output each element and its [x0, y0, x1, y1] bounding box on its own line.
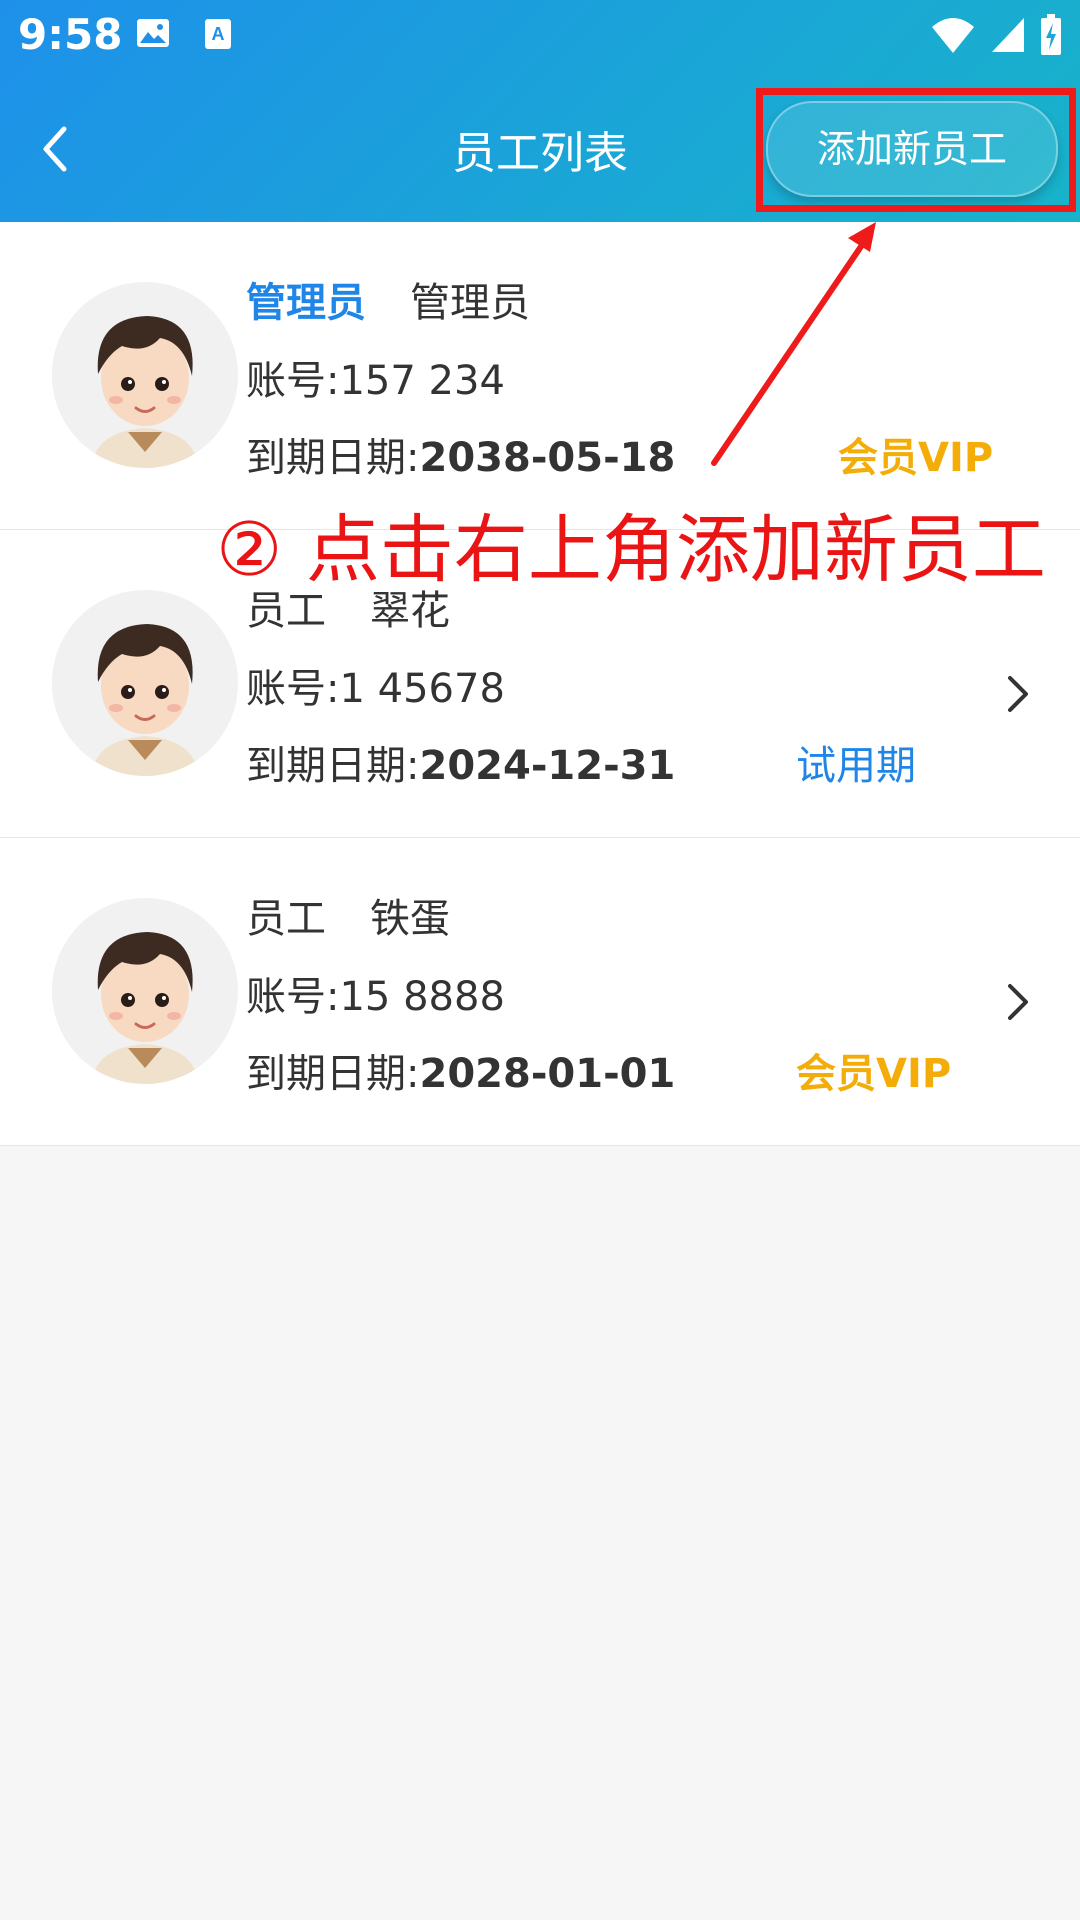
expiry-date: 2038-05-18	[419, 435, 676, 481]
annotation-text: ② 点击右上角添加新员工	[216, 507, 1046, 593]
employee-row-admin[interactable]: 管理员 管理员 账号:157 234 到期日期:2038-05-18 会员VIP	[0, 222, 1080, 530]
text-icon: A	[204, 18, 232, 54]
chevron-right-icon[interactable]	[1002, 978, 1032, 1026]
battery-charging-icon	[1040, 14, 1062, 60]
annotation-highlight-box	[756, 88, 1076, 212]
account-label: 账号:	[246, 666, 340, 712]
avatar	[52, 898, 238, 1084]
employee-list: 管理员管理员 账号:157 234 到期日期:2038-05-18 会员VIP	[0, 222, 1080, 1146]
account-value: 157 234	[339, 358, 505, 404]
expiry-label: 到期日期:	[246, 435, 420, 481]
status-time: 9:58	[18, 10, 123, 59]
wifi-icon	[930, 15, 976, 59]
membership-badge: 会员VIP	[838, 435, 994, 481]
account-label: 账号:	[246, 358, 340, 404]
expiry-date: 2028-01-01	[419, 1051, 676, 1097]
employee-role: 员工	[246, 896, 326, 942]
employee-name: 铁蛋	[370, 896, 450, 942]
signal-icon	[990, 16, 1026, 58]
expiry-date: 2024-12-31	[419, 743, 676, 789]
account-value: 1 45678	[339, 666, 505, 712]
trial-badge: 试用期	[796, 743, 916, 789]
image-icon	[136, 18, 170, 54]
svg-text:A: A	[212, 24, 225, 44]
expiry-label: 到期日期:	[246, 743, 420, 789]
avatar	[52, 590, 238, 776]
avatar	[52, 282, 238, 468]
expiry-label: 到期日期:	[246, 1051, 420, 1097]
chevron-right-icon[interactable]	[1002, 670, 1032, 718]
status-bar: 9:58 A	[0, 0, 1080, 75]
employee-row[interactable]: 员工 铁蛋 账号:15 8888 到期日期:2028-01-01 会员VIP	[0, 838, 1080, 1146]
employee-role: 管理员	[246, 280, 366, 326]
employee-name: 管理员	[410, 280, 530, 326]
account-label: 账号:	[246, 974, 340, 1020]
membership-badge: 会员VIP	[796, 1051, 952, 1097]
account-value: 15 8888	[339, 974, 505, 1020]
